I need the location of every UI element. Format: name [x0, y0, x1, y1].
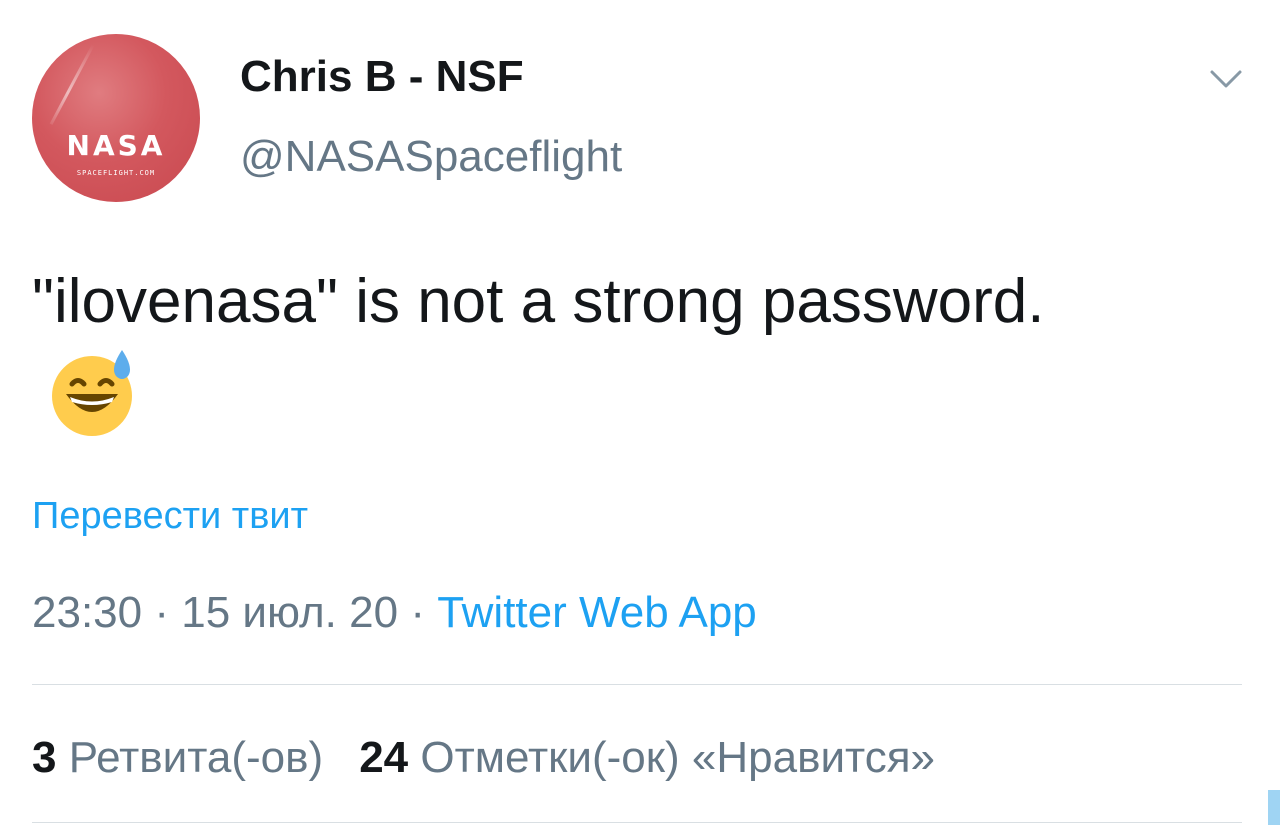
tweet-date: 15 июл. 20 — [181, 588, 399, 637]
display-name[interactable]: Chris B - NSF — [240, 52, 524, 102]
tweet-text: "ilovenasa" is not a strong password. — [32, 256, 1132, 440]
tweet-meta: 23:30 · 15 июл. 20 · Twitter Web App — [32, 588, 757, 638]
retweets-stat[interactable]: 3 Ретвита(-ов) — [32, 733, 323, 782]
likes-label: Отметки(-ок) «Нравится» — [420, 733, 935, 782]
translate-tweet-link[interactable]: Перевести твит — [32, 495, 308, 538]
avatar-subtext: SPACEFLIGHT.COM — [76, 169, 156, 177]
likes-stat[interactable]: 24 Отметки(-ок) «Нравится» — [359, 733, 935, 782]
retweets-label: Ретвита(-ов) — [68, 733, 324, 782]
meta-separator: · — [154, 588, 169, 637]
avatar[interactable]: NASA SPACEFLIGHT.COM — [32, 34, 200, 202]
rocket-streak — [49, 44, 95, 125]
avatar-logo: NASA — [66, 129, 166, 162]
retweets-count: 3 — [32, 733, 57, 782]
grinning-face-with-sweat-icon — [46, 344, 142, 440]
tweet-stats: 3 Ретвита(-ов) 24 Отметки(-ок) «Нравится» — [32, 733, 935, 783]
tweet-body: "ilovenasa" is not a strong password. — [32, 267, 1045, 336]
chevron-down-icon[interactable] — [1208, 64, 1244, 94]
user-handle[interactable]: @NASASpaceflight — [240, 132, 622, 182]
tweet-source-link[interactable]: Twitter Web App — [437, 588, 757, 637]
divider — [32, 822, 1242, 823]
meta-separator: · — [410, 588, 425, 637]
tweet-detail: NASA SPACEFLIGHT.COM Chris B - NSF @NASA… — [0, 0, 1280, 825]
scrollbar[interactable] — [1268, 790, 1280, 825]
divider — [32, 684, 1242, 685]
tweet-time: 23:30 — [32, 588, 143, 637]
likes-count: 24 — [359, 733, 409, 782]
